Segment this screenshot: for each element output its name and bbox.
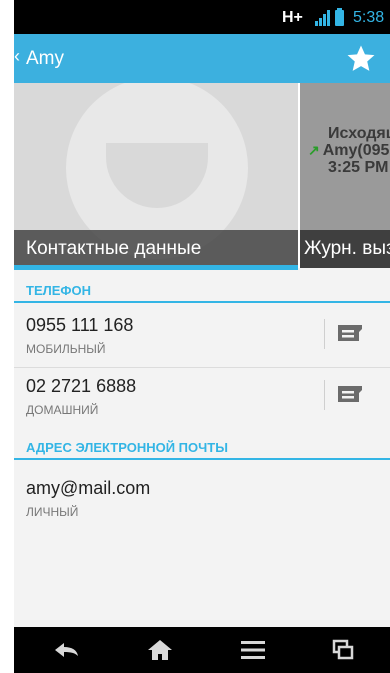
call-contact-label: Amy(0955 111 168) (322, 142, 390, 159)
star-icon[interactable] (344, 42, 378, 76)
up-navigation-icon[interactable]: ‹ (14, 46, 20, 67)
email-section-header: АДРЕС ЭЛЕКТРОННОЙ ПОЧТЫ (14, 434, 390, 460)
network-type-label: H+ (282, 9, 303, 26)
recent-call-summary: Исходящий ↗Amy(0955 111 168) 3:25 PM (308, 125, 390, 176)
send-message-icon[interactable] (336, 383, 364, 405)
tab-contact-details-label: Контактные данные (14, 230, 298, 268)
clock: 5:38 (353, 9, 385, 26)
send-message-icon[interactable] (336, 322, 364, 344)
recent-apps-icon[interactable] (328, 638, 358, 662)
phone-row-mobile[interactable]: 0955 111 168 МОБИЛЬНЫЙ (14, 307, 390, 367)
back-icon[interactable] (51, 638, 81, 662)
phone-type: ДОМАШНИЙ (26, 403, 99, 417)
phone-row-home[interactable]: 02 2721 6888 ДОМАШНИЙ (14, 368, 390, 426)
action-separator (324, 319, 325, 349)
phone-number: 0955 111 168 (26, 315, 134, 335)
contact-name-title[interactable]: Amy (26, 48, 64, 70)
action-bar: ‹ Amy (14, 34, 390, 83)
navigation-bar (14, 627, 390, 673)
signal-strength-icon (315, 10, 330, 26)
status-bar: H+ 5:38 (14, 0, 390, 34)
outgoing-call-arrow-icon: ↗ (308, 142, 320, 158)
battery-icon (335, 8, 344, 26)
tab-call-log[interactable]: Исходящий ↗Amy(0955 111 168) 3:25 PM Жур… (300, 83, 390, 268)
phone-section-header: ТЕЛЕФОН (14, 277, 390, 303)
email-type: ЛИЧНЫЙ (26, 505, 79, 519)
action-separator (324, 380, 325, 410)
menu-icon[interactable] (238, 638, 268, 662)
email-address: amy@mail.com (26, 478, 151, 498)
home-icon[interactable] (145, 638, 175, 662)
tab-call-log-label: Журн. вызовов (300, 230, 390, 268)
selected-tab-indicator (14, 265, 298, 270)
call-direction-label: Исходящий (328, 125, 390, 142)
phone-number: 02 2721 6888 (26, 376, 137, 396)
contact-details-screen: H+ 5:38 ‹ Amy Контактные данные Исходящи… (14, 0, 390, 673)
tab-contact-details[interactable]: Контактные данные (14, 83, 298, 268)
call-time-label: 3:25 PM (328, 159, 389, 176)
phone-type: МОБИЛЬНЫЙ (26, 342, 106, 356)
email-row-personal[interactable]: amy@mail.com ЛИЧНЫЙ (14, 470, 390, 526)
